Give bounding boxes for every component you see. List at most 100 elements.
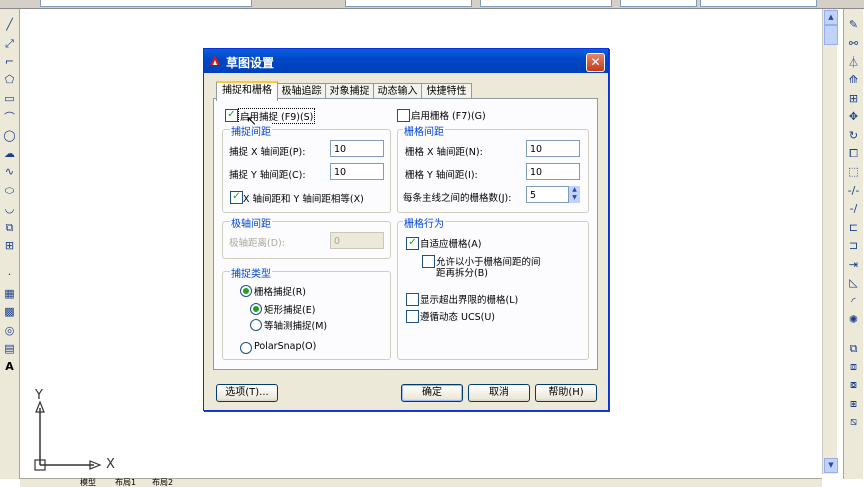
top-dropdown-4[interactable] [620,0,697,7]
dialog-title: 草图设置 [226,56,275,70]
polygon-icon[interactable]: ⬠ [2,72,17,87]
ucs-x-label: X [106,457,115,472]
offset-icon[interactable]: ⟰ [846,72,861,87]
polar-spacing-title: 极轴间距 [230,215,272,230]
top-dropdown-5[interactable] [700,0,817,7]
copy-icon[interactable]: ⚯ [846,36,861,51]
scale-icon[interactable]: ⧠ [846,146,861,161]
break-at-point-icon[interactable]: ⊏ [846,220,861,235]
fillet-icon[interactable]: ◜ [846,294,861,309]
ellipse-icon[interactable]: ⬭ [2,183,17,198]
rect-snap-radio[interactable] [250,303,262,315]
vertical-scrollbar[interactable]: ▲ ▼ [822,9,838,474]
break-icon[interactable]: ⊐ [846,238,861,253]
iso-snap-radio[interactable] [250,319,262,331]
polar-snap-radio[interactable] [240,342,252,354]
ellipse-arc-icon[interactable]: ◡ [2,201,17,216]
bring-above-icon[interactable]: ⧆ [846,396,861,411]
grid-behavior-title: 栅格行为 [403,215,445,230]
grid-x-input[interactable]: 10 [526,140,580,157]
send-back-icon[interactable]: ⧇ [846,377,861,392]
snap-x-input[interactable]: 10 [330,140,384,157]
tab-snap-grid[interactable]: 捕捉和栅格 [216,81,278,101]
grid-enable-checkbox[interactable] [397,109,410,122]
top-dropdown-1[interactable] [40,0,252,7]
polar-distance-label: 极轴距离(D): [229,238,285,249]
revision-cloud-icon[interactable]: ☁ [2,146,17,161]
tab-quick-properties[interactable]: 快捷特性 [421,83,472,99]
grid-snap-radio[interactable] [240,285,252,297]
top-dropdown-2[interactable] [345,0,472,7]
table-icon[interactable]: ▤ [2,341,17,356]
explode-icon[interactable]: ✺ [846,312,861,327]
join-icon[interactable]: ⇥ [846,257,861,272]
mirror-icon[interactable]: ⏃ [846,54,861,69]
rectangle-icon[interactable]: ▭ [2,91,17,106]
draw-toolbar: ╱ ⤢ ⌐ ⬠ ▭ ⌒ ◯ ☁ ∿ ⬭ ◡ ⧉ ⊞ · ▦ ▩ ◎ ▤ A [0,9,20,479]
subdivide-checkbox[interactable] [422,255,435,268]
erase-icon[interactable]: ✎ [846,17,861,32]
polar-distance-input[interactable]: 0 [330,232,384,249]
rect-snap-label: 矩形捕捉(E) [264,305,316,316]
beyond-limits-checkbox[interactable] [406,293,419,306]
hatch-icon[interactable]: ▦ [2,286,17,301]
snap-y-label: 捕捉 Y 轴间距(C): [229,170,306,181]
close-icon[interactable]: ✕ [586,53,605,72]
options-button[interactable]: 选项(T)... [216,384,278,402]
modify-toolbar: ✎ ⚯ ⏃ ⟰ ⊞ ✥ ↻ ⧠ ⬚ -/- -/ ⊏ ⊐ ⇥ ◺ ◜ ✺ ⧉ ⧈… [843,9,863,479]
draworder-icon[interactable]: ⧉ [846,341,861,356]
scroll-thumb[interactable] [824,25,838,45]
polar-snap-label: PolarSnap(O) [254,341,317,352]
ucs-y-label: Y [35,388,43,403]
tab-dynamic-input[interactable]: 动态输入 [373,83,422,99]
move-icon[interactable]: ✥ [846,109,861,124]
snap-equal-checkbox[interactable]: ✓ [230,191,243,204]
cancel-button[interactable]: 取消 [468,384,530,402]
point-icon[interactable]: · [2,267,17,282]
snap-enable-checkbox[interactable]: ✓ [225,109,238,122]
autocad-app-icon [210,55,220,65]
region-icon[interactable]: ◎ [2,323,17,338]
scroll-down-icon[interactable]: ▼ [824,458,838,473]
tab-object-snap[interactable]: 对象捕捉 [325,83,374,99]
make-block-icon[interactable]: ⊞ [2,238,17,253]
extend-icon[interactable]: -/ [846,201,861,216]
ok-button[interactable]: 确定 [401,384,463,402]
drafting-settings-dialog: 草图设置 ✕ 捕捉和栅格 极轴追踪 对象捕捉 动态输入 快捷特性 ✓ 启用捕捉 … [203,48,609,411]
grid-x-label: 栅格 X 轴间距(N): [405,147,483,158]
circle-icon[interactable]: ◯ [2,128,17,143]
polyline-icon[interactable]: ⌐ [2,54,17,69]
snap-y-input[interactable]: 10 [330,163,384,180]
follow-dynucs-label: 遵循动态 UCS(U) [420,312,496,323]
tab-polar-tracking[interactable]: 极轴追踪 [277,83,326,99]
chamfer-icon[interactable]: ◺ [846,275,861,290]
arc-icon[interactable]: ⌒ [2,109,17,124]
iso-snap-label: 等轴测捕捉(M) [264,321,328,332]
trim-icon[interactable]: -/- [846,183,861,198]
grid-enable-label: 启用栅格 (F7)(G) [411,111,486,122]
follow-dynucs-checkbox[interactable] [406,310,419,323]
gradient-icon[interactable]: ▩ [2,304,17,319]
help-button[interactable]: 帮助(H) [535,384,597,402]
line-icon[interactable]: ╱ [2,17,17,32]
insert-block-icon[interactable]: ⧉ [2,220,17,235]
subdivide-label-line2: 距再拆分(B) [436,268,488,279]
grid-major-spinner[interactable]: ▲ ▼ [568,186,580,203]
scroll-up-icon[interactable]: ▲ [824,10,838,25]
adaptive-grid-checkbox[interactable]: ✓ [406,237,419,250]
send-under-icon[interactable]: ⧅ [846,414,861,429]
bring-front-icon[interactable]: ⧈ [846,359,861,374]
beyond-limits-label: 显示超出界限的栅格(L) [420,295,519,306]
dialog-titlebar[interactable]: 草图设置 ✕ [204,49,608,73]
multiline-text-icon[interactable]: A [2,359,17,374]
rotate-icon[interactable]: ↻ [846,128,861,143]
construction-line-icon[interactable]: ⤢ [2,36,17,51]
grid-snap-label: 栅格捕捉(R) [254,287,307,298]
spline-icon[interactable]: ∿ [2,164,17,179]
array-icon[interactable]: ⊞ [846,91,861,106]
snap-x-label: 捕捉 X 轴间距(P): [229,147,306,158]
top-dropdown-3[interactable] [480,0,612,7]
snap-type-title: 捕捉类型 [230,265,272,280]
grid-y-input[interactable]: 10 [526,163,580,180]
stretch-icon[interactable]: ⬚ [846,164,861,179]
